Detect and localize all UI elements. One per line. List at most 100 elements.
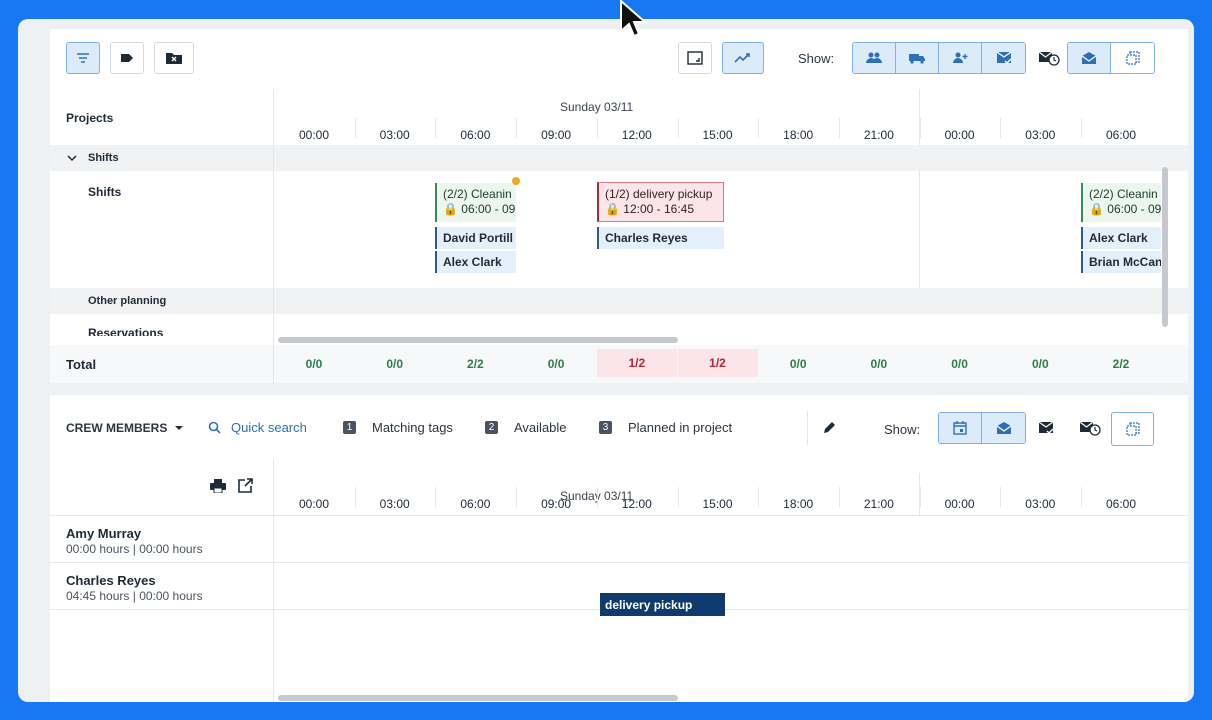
- hour-tick: [1000, 118, 1002, 138]
- show-copy-toggle[interactable]: [1111, 43, 1154, 73]
- shift-card-cleaning-1[interactable]: (2/2) Cleanin 🔒 06:00 - 09: [435, 183, 516, 222]
- filter-available[interactable]: 2 Available: [485, 420, 567, 435]
- edit-button[interactable]: [812, 412, 846, 444]
- mouse-cursor-icon: [619, 0, 651, 43]
- inbox-icon: [1081, 52, 1097, 64]
- hour-label: 03:00: [379, 497, 410, 511]
- projects-date: Sunday 03/11: [560, 100, 634, 114]
- horizontal-scrollbar[interactable]: [278, 695, 678, 701]
- printer-icon: [210, 479, 226, 494]
- hour-label: 15:00: [702, 128, 733, 142]
- crew-panel: CREW MEMBERS Quick search 1 Matching tag…: [50, 395, 1188, 702]
- filter-label: Matching tags: [372, 420, 453, 435]
- member-name: Charles Reyes: [66, 573, 156, 588]
- quick-search-button[interactable]: Quick search: [208, 420, 307, 435]
- filter-number: 1: [343, 421, 356, 434]
- crew-chip[interactable]: Alex Clark: [435, 251, 516, 273]
- shift-title: (1/2) delivery pickup: [605, 187, 713, 201]
- show-calendar-toggle[interactable]: [939, 413, 982, 443]
- projects-timeline: Sunday 03/11 00:00 03:00 06:00 09:00 12:00 15…: [274, 89, 1188, 383]
- filter-number: 3: [599, 421, 612, 434]
- pencil-icon: [824, 422, 835, 433]
- mail-clock-icon: [1079, 421, 1101, 436]
- projects-panel: Show: Projects Shifts Shifts Other plann…: [50, 29, 1188, 383]
- trend-button[interactable]: [722, 42, 764, 74]
- hour-label: 18:00: [783, 128, 814, 142]
- hour-tick: [919, 118, 921, 138]
- hour-tick: [354, 118, 356, 138]
- hour-tick: [354, 487, 356, 507]
- total-value: 0/0: [386, 357, 404, 371]
- total-value: 0/0: [547, 357, 565, 371]
- filter-matching-tags[interactable]: 1 Matching tags: [343, 420, 453, 435]
- print-button[interactable]: [210, 479, 226, 498]
- crew-members-title: CREW MEMBERS: [66, 421, 168, 435]
- filter-planned-in-project[interactable]: 3 Planned in project: [599, 420, 732, 435]
- sun-icon: [512, 177, 520, 185]
- export-button[interactable]: [238, 478, 253, 498]
- shift-title: (2/2) Cleanin: [1089, 187, 1158, 201]
- hour-tick: [838, 487, 840, 507]
- show-mail-clock-toggle[interactable]: [1032, 42, 1066, 74]
- mail-check-icon: [1038, 421, 1054, 434]
- show-copy-toggle[interactable]: [1111, 412, 1154, 446]
- truck-icon: [909, 54, 925, 64]
- hour-label: 00:00: [944, 128, 975, 142]
- shift-title: (2/2) Cleanin: [443, 187, 512, 201]
- tag-button[interactable]: [110, 42, 144, 74]
- total-value: 2/2: [467, 357, 484, 371]
- show-add-user-toggle[interactable]: [939, 43, 982, 73]
- hour-tick: [435, 487, 437, 507]
- vertical-scrollbar[interactable]: [1162, 167, 1168, 327]
- shift-time: 06:00 - 09: [1107, 202, 1161, 216]
- show-mail-check-toggle[interactable]: [982, 43, 1025, 73]
- hour-tick: [516, 118, 518, 138]
- inbox-icon: [996, 422, 1011, 434]
- fullscreen-button[interactable]: [678, 42, 712, 74]
- hour-label: 03:00: [379, 128, 410, 142]
- crew-chip[interactable]: David Portill: [435, 227, 516, 249]
- shifts-group-row[interactable]: Shifts: [50, 145, 273, 171]
- projects-left-column: Projects Shifts Shifts Other planning Re…: [50, 89, 274, 383]
- hour-tick: [758, 487, 760, 507]
- caret-down-icon: [175, 426, 184, 430]
- show-mail-clock-toggle[interactable]: [1073, 412, 1107, 444]
- filter-button[interactable]: [66, 42, 100, 74]
- hour-tick: [435, 118, 437, 138]
- hour-label: 00:00: [944, 497, 975, 511]
- total-value: 1/2: [596, 349, 677, 377]
- show-toggle-group: [852, 42, 1026, 74]
- crew-chip[interactable]: Alex Clark: [1081, 227, 1161, 249]
- show-vehicles-toggle[interactable]: [896, 43, 939, 73]
- shift-card-delivery[interactable]: (1/2) delivery pickup 🔒 12:00 - 16:45: [597, 182, 724, 222]
- other-planning-row[interactable]: Other planning: [50, 288, 273, 314]
- copy-icon: [1125, 51, 1140, 65]
- show-inbox-toggle[interactable]: [1068, 43, 1111, 73]
- app-window: Show: Projects Shifts Shifts Other plann…: [18, 19, 1194, 702]
- crew-chip[interactable]: Charles Reyes: [597, 227, 724, 249]
- crew-members-dropdown[interactable]: CREW MEMBERS: [66, 421, 184, 435]
- shift-time: 06:00 - 09: [461, 202, 516, 216]
- shift-time: 12:00 - 16:45: [623, 202, 695, 216]
- shift-card-cleaning-2[interactable]: (2/2) Cleanin 🔒 06:00 - 09: [1081, 183, 1161, 222]
- hour-label: 18:00: [783, 497, 814, 511]
- show-inbox-toggle[interactable]: [982, 413, 1025, 443]
- tag-icon: [121, 54, 133, 62]
- day-divider: [919, 171, 920, 288]
- mail-clock-icon: [1038, 51, 1060, 66]
- hour-label: 06:00: [460, 497, 491, 511]
- show-mail-check-toggle[interactable]: [1029, 412, 1063, 444]
- folder-x-button[interactable]: [154, 42, 194, 74]
- shifts-row-label: Shifts: [88, 185, 122, 199]
- hour-label: 06:00: [460, 128, 491, 142]
- hour-tick: [596, 118, 598, 138]
- show-users-toggle[interactable]: [853, 43, 896, 73]
- total-value: 0/0: [870, 357, 888, 371]
- hour-tick: [1000, 487, 1002, 507]
- task-bar-delivery[interactable]: delivery pickup: [600, 593, 725, 616]
- hour-label: 06:00: [1105, 497, 1137, 511]
- mail-check-icon: [996, 51, 1011, 64]
- horizontal-scrollbar[interactable]: [278, 337, 678, 343]
- crew-chip[interactable]: Brian McCan: [1081, 251, 1161, 273]
- copy-icon: [1125, 422, 1140, 436]
